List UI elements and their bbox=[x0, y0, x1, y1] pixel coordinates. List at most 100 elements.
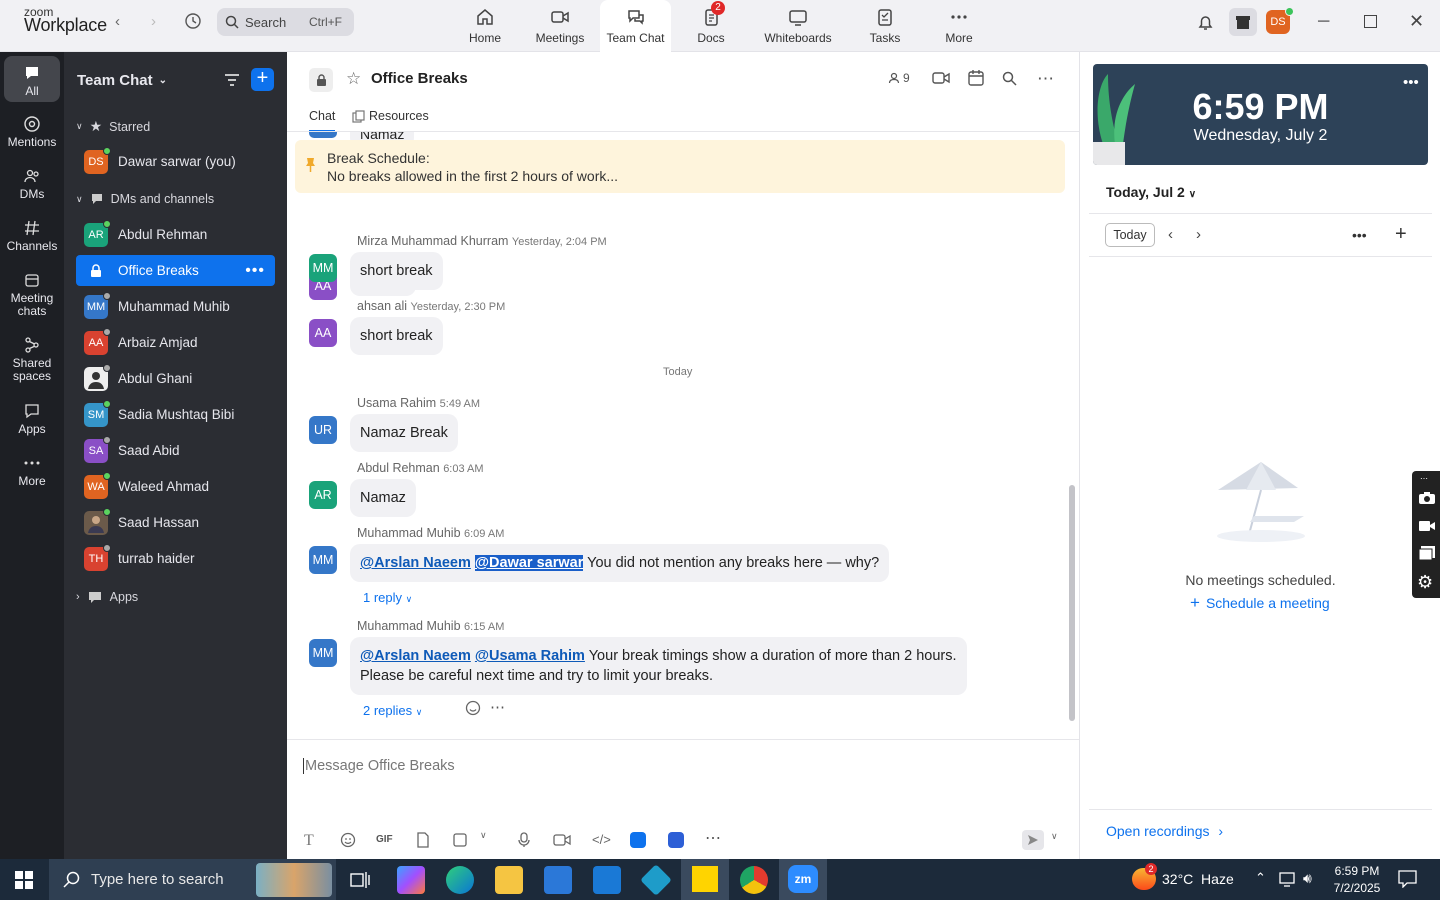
composer-more-icon[interactable]: ⋯ bbox=[705, 828, 721, 848]
apps-section[interactable]: › Apps bbox=[76, 590, 138, 604]
members-button[interactable]: 9 bbox=[888, 71, 910, 85]
emoji-icon[interactable] bbox=[340, 832, 356, 848]
history-icon[interactable] bbox=[184, 12, 202, 30]
prev-day-icon[interactable]: ‹ bbox=[1168, 226, 1173, 243]
message-composer[interactable]: Message Office Breaks T GIF ∨ </> ⋯ ∨ bbox=[287, 739, 1079, 859]
next-day-icon[interactable]: › bbox=[1196, 226, 1201, 243]
sidebar-item-abdul-ghani[interactable]: Abdul Ghani bbox=[76, 363, 275, 394]
scrollbar-thumb[interactable] bbox=[1069, 485, 1075, 721]
microsoft-store-icon[interactable] bbox=[544, 866, 572, 894]
video-message-icon[interactable] bbox=[553, 832, 571, 848]
network-icon[interactable] bbox=[1279, 871, 1297, 887]
record-video-icon[interactable] bbox=[1418, 519, 1436, 533]
sidebar-item-saad-hassan[interactable]: Saad Hassan bbox=[76, 507, 275, 538]
tab-home[interactable]: Home bbox=[462, 0, 508, 52]
video-call-icon[interactable] bbox=[932, 70, 951, 86]
add-event-icon[interactable]: + bbox=[1395, 223, 1407, 246]
channel-more-icon[interactable]: ⋯ bbox=[1037, 69, 1054, 89]
new-chat-button[interactable]: + bbox=[251, 68, 274, 91]
system-clock[interactable]: 6:59 PM 7/2/2025 bbox=[1328, 863, 1386, 897]
taskbar-search[interactable]: Type here to search bbox=[49, 859, 336, 900]
search-icon[interactable] bbox=[1002, 71, 1017, 86]
rail-dms[interactable]: DMs bbox=[0, 167, 64, 201]
volume-icon[interactable]: 🔊︎ bbox=[1303, 870, 1312, 887]
weather-text[interactable]: 32°C Haze bbox=[1162, 871, 1234, 887]
search-bar[interactable]: Search Ctrl+F bbox=[217, 8, 354, 36]
text-format-icon[interactable]: T bbox=[304, 832, 314, 850]
sidebar-item-sadia-mushtaq-bibi[interactable]: SM Sadia Mushtaq Bibi bbox=[76, 399, 275, 430]
schedule-meeting-link[interactable]: + Schedule a meeting bbox=[1190, 594, 1330, 611]
tab-team-chat[interactable]: Team Chat bbox=[600, 0, 671, 52]
sticky-notes-tab[interactable] bbox=[681, 859, 729, 900]
rail-all[interactable]: All bbox=[4, 56, 60, 102]
sidebar-item-saad-abid[interactable]: SA Saad Abid bbox=[76, 435, 275, 466]
day-selector[interactable]: Today, Jul 2 ∨ bbox=[1106, 184, 1196, 200]
screenshot-icon[interactable] bbox=[452, 832, 468, 848]
tab-whiteboards[interactable]: Whiteboards bbox=[760, 0, 836, 52]
app-icon[interactable] bbox=[640, 864, 672, 896]
sidebar-item-waleed-ahmad[interactable]: WA Waleed Ahmad bbox=[76, 471, 275, 502]
sidebar-item-office-breaks[interactable]: Office Breaks ••• bbox=[76, 255, 275, 286]
clock-more-icon[interactable]: ••• bbox=[1403, 74, 1419, 91]
sidebar-item-self[interactable]: DS Dawar sarwar (you) bbox=[76, 146, 275, 177]
file-icon[interactable] bbox=[416, 832, 430, 848]
mention-link[interactable]: @Arslan Naeem bbox=[360, 648, 471, 664]
tab-resources[interactable]: Resources bbox=[352, 109, 429, 123]
send-icon[interactable] bbox=[1022, 830, 1044, 850]
settings-gear-icon[interactable]: ⚙ bbox=[1417, 572, 1433, 593]
sidebar-title[interactable]: Team Chat ⌄ bbox=[77, 72, 167, 89]
sidebar-item-turrab-haider[interactable]: TH turrab haider bbox=[76, 543, 275, 574]
starred-section[interactable]: ∨ ★ Starred bbox=[76, 118, 150, 135]
dms-section[interactable]: ∨ DMs and channels bbox=[76, 192, 214, 206]
zoom-tab[interactable]: zm bbox=[779, 859, 827, 900]
gift-icon[interactable] bbox=[1229, 8, 1257, 36]
item-more-icon[interactable]: ••• bbox=[245, 262, 265, 280]
mention-link[interactable]: @Arslan Naeem bbox=[360, 555, 471, 571]
task-view-icon[interactable] bbox=[350, 871, 370, 889]
bell-icon[interactable] bbox=[1196, 13, 1215, 32]
screenshot-dropdown-icon[interactable]: ∨ bbox=[480, 830, 487, 841]
sidebar-item-arbaiz-amjad[interactable]: AA Arbaiz Amjad bbox=[76, 327, 275, 358]
camera-icon[interactable] bbox=[1418, 491, 1436, 505]
rail-meeting-chats[interactable]: Meeting chats bbox=[0, 271, 64, 318]
chrome-icon[interactable] bbox=[740, 866, 768, 894]
rail-channels[interactable]: Channels bbox=[0, 219, 64, 253]
app-icon[interactable] bbox=[668, 832, 684, 848]
mention-link[interactable]: @Usama Rahim bbox=[475, 648, 585, 664]
app-icon[interactable] bbox=[630, 832, 646, 848]
file-explorer-icon[interactable] bbox=[495, 866, 523, 894]
mail-icon[interactable] bbox=[593, 866, 621, 894]
copilot-icon[interactable] bbox=[397, 866, 425, 894]
mention-link[interactable]: @Dawar sarwar bbox=[474, 555, 584, 571]
tab-docs[interactable]: Docs 2 bbox=[684, 0, 738, 52]
tray-chevron-icon[interactable]: ⌃ bbox=[1255, 870, 1266, 886]
edge-browser-icon[interactable] bbox=[446, 866, 474, 894]
close-icon[interactable]: ✕ bbox=[1409, 11, 1424, 32]
windows-start-icon[interactable] bbox=[15, 871, 33, 889]
replies-link[interactable]: 2 replies ∨ bbox=[363, 703, 422, 718]
window-icon[interactable] bbox=[1418, 545, 1436, 561]
message-input[interactable]: Message Office Breaks bbox=[303, 758, 455, 774]
message-more-icon[interactable]: ⋯ bbox=[490, 698, 505, 716]
code-snippet-icon[interactable]: </> bbox=[592, 832, 611, 847]
sidebar-item-abdul-rehman[interactable]: AR Abdul Rehman bbox=[76, 219, 275, 250]
tab-chat[interactable]: Chat bbox=[309, 109, 336, 132]
rail-apps[interactable]: Apps bbox=[0, 402, 64, 436]
maximize-icon[interactable] bbox=[1364, 15, 1377, 28]
today-button[interactable]: Today bbox=[1105, 223, 1155, 247]
toolbar-more-icon[interactable]: ⋯ bbox=[1420, 474, 1428, 483]
calendar-more-icon[interactable]: ••• bbox=[1352, 227, 1367, 243]
rail-shared-spaces[interactable]: Shared spaces bbox=[0, 336, 64, 383]
calendar-icon[interactable] bbox=[967, 69, 985, 87]
notification-center-icon[interactable] bbox=[1398, 870, 1417, 888]
user-avatar[interactable]: DS bbox=[1266, 7, 1294, 34]
tab-more[interactable]: More bbox=[940, 0, 978, 52]
rail-more[interactable]: More bbox=[0, 454, 64, 488]
rail-mentions[interactable]: Mentions bbox=[0, 115, 64, 149]
open-recordings-link[interactable]: Open recordings › bbox=[1106, 823, 1223, 839]
microphone-icon[interactable] bbox=[517, 832, 531, 848]
send-options-icon[interactable]: ∨ bbox=[1051, 831, 1058, 842]
forward-arrow-icon[interactable]: › bbox=[151, 13, 156, 30]
tab-meetings[interactable]: Meetings bbox=[532, 0, 588, 52]
minimize-icon[interactable]: ─ bbox=[1318, 13, 1329, 31]
